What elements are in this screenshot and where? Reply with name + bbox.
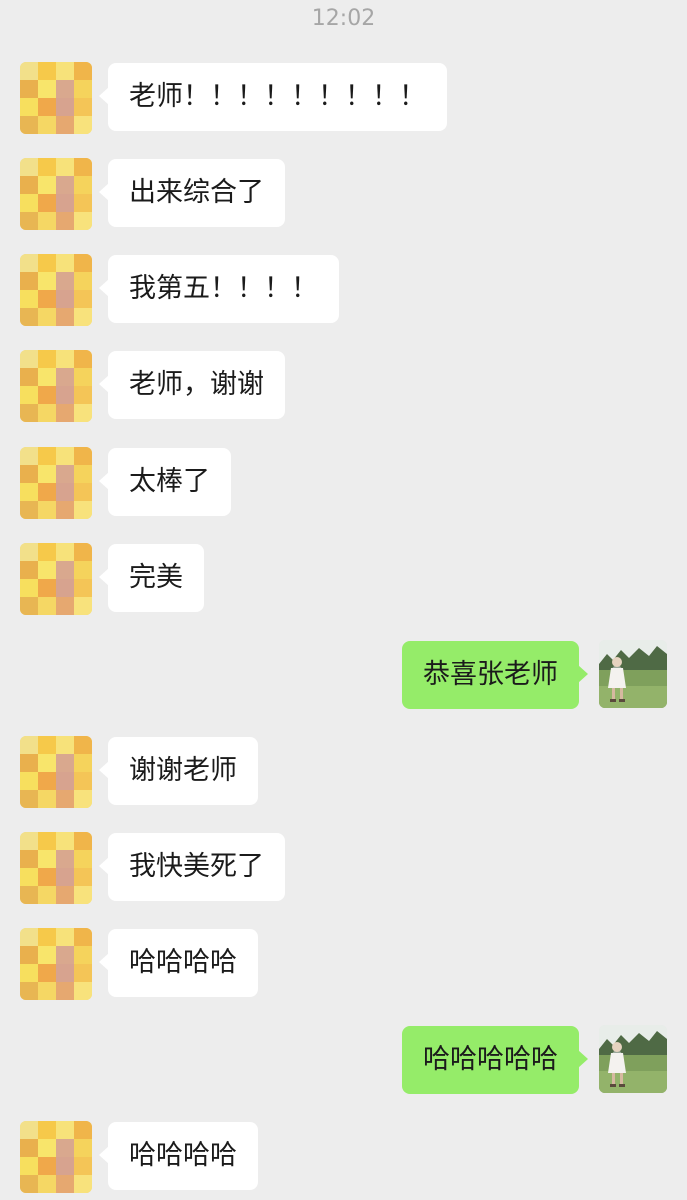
chat-screen: 12:02 老师！！！！！！！！！ 出来综合了 我第五！！！！ 老师，谢谢 太棒… (0, 0, 687, 1200)
message-row: 恭喜张老师 (0, 640, 687, 720)
incoming-message-bubble[interactable]: 老师！！！！！！！！！ (99, 63, 447, 131)
pixelated-contact-avatar-icon[interactable] (20, 254, 92, 326)
user-photo-avatar-icon[interactable] (599, 1025, 667, 1093)
message-row: 太棒了 (0, 447, 687, 527)
incoming-message-bubble[interactable]: 我第五！！！！ (99, 255, 339, 323)
message-row: 完美 (0, 543, 687, 623)
pixelated-contact-avatar-icon[interactable] (20, 928, 92, 1000)
message-row: 我第五！！！！ (0, 254, 687, 334)
message-row: 我快美死了 (0, 832, 687, 912)
message-row: 哈哈哈哈 (0, 928, 687, 1008)
pixelated-contact-avatar-icon[interactable] (20, 543, 92, 615)
message-row: 出来综合了 (0, 158, 687, 238)
message-row: 哈哈哈哈 (0, 1121, 687, 1200)
pixelated-contact-avatar-icon[interactable] (20, 447, 92, 519)
incoming-message-bubble[interactable]: 老师，谢谢 (99, 351, 285, 419)
incoming-message-bubble[interactable]: 我快美死了 (99, 833, 285, 901)
pixelated-contact-avatar-icon[interactable] (20, 832, 92, 904)
incoming-message-bubble[interactable]: 完美 (99, 544, 204, 612)
pixelated-contact-avatar-icon[interactable] (20, 62, 92, 134)
message-timestamp: 12:02 (311, 6, 376, 31)
pixelated-contact-avatar-icon[interactable] (20, 158, 92, 230)
pixelated-contact-avatar-icon[interactable] (20, 736, 92, 808)
message-row: 老师，谢谢 (0, 350, 687, 430)
pixelated-contact-avatar-icon[interactable] (20, 350, 92, 422)
incoming-message-bubble[interactable]: 太棒了 (99, 448, 231, 516)
message-row: 哈哈哈哈哈 (0, 1025, 687, 1105)
message-row: 谢谢老师 (0, 736, 687, 816)
user-photo-avatar-icon[interactable] (599, 640, 667, 708)
incoming-message-bubble[interactable]: 出来综合了 (99, 159, 285, 227)
incoming-message-bubble[interactable]: 哈哈哈哈 (99, 1122, 258, 1190)
message-row: 老师！！！！！！！！！ (0, 62, 687, 142)
pixelated-contact-avatar-icon[interactable] (20, 1121, 92, 1193)
outgoing-message-bubble[interactable]: 哈哈哈哈哈 (402, 1026, 588, 1094)
outgoing-message-bubble[interactable]: 恭喜张老师 (402, 641, 588, 709)
incoming-message-bubble[interactable]: 哈哈哈哈 (99, 929, 258, 997)
incoming-message-bubble[interactable]: 谢谢老师 (99, 737, 258, 805)
